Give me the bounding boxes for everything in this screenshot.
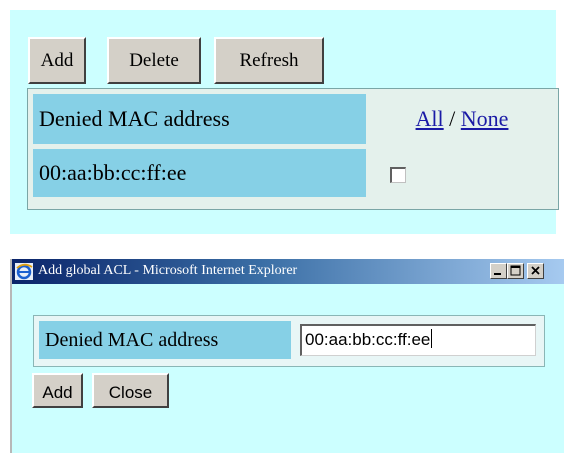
dialog-close-button[interactable]: Close xyxy=(92,373,169,408)
minimize-icon xyxy=(494,273,501,275)
refresh-button[interactable]: Refresh xyxy=(214,37,324,84)
link-separator: / xyxy=(449,106,456,131)
acl-list-panel: Add Delete Refresh Denied MAC address Al… xyxy=(10,10,559,234)
row-select-cell xyxy=(374,149,550,197)
mac-address-input-value: 00:aa:bb:cc:ff:ee xyxy=(305,330,431,349)
maximize-icon xyxy=(510,265,521,276)
select-all-link[interactable]: All xyxy=(416,106,444,131)
ie-icon xyxy=(15,263,33,280)
acl-table: Denied MAC address All / None 00:aa:bb:c… xyxy=(27,88,559,210)
maximize-button[interactable] xyxy=(507,263,524,279)
close-icon xyxy=(531,266,540,275)
dialog-titlebar[interactable]: Add global ACL - Microsoft Internet Expl… xyxy=(12,259,564,284)
mac-field-label: Denied MAC address xyxy=(39,321,291,359)
minimize-button[interactable] xyxy=(490,263,507,279)
text-caret xyxy=(431,329,433,348)
mac-address-cell: 00:aa:bb:cc:ff:ee xyxy=(33,149,366,197)
row-checkbox[interactable] xyxy=(390,167,406,183)
dialog-form-table: Denied MAC address 00:aa:bb:cc:ff:ee xyxy=(33,315,545,367)
close-window-button[interactable] xyxy=(527,263,544,279)
dialog-title: Add global ACL - Microsoft Internet Expl… xyxy=(38,263,298,278)
select-links: All / None xyxy=(374,94,550,144)
column-header-mac: Denied MAC address xyxy=(33,94,366,144)
add-acl-dialog: Add global ACL - Microsoft Internet Expl… xyxy=(10,259,564,453)
add-button[interactable]: Add xyxy=(28,37,86,84)
dialog-add-button[interactable]: Add xyxy=(32,373,83,408)
page: Add Delete Refresh Denied MAC address Al… xyxy=(0,0,564,453)
delete-button[interactable]: Delete xyxy=(107,37,201,84)
mac-address-input[interactable]: 00:aa:bb:cc:ff:ee xyxy=(300,324,536,356)
select-none-link[interactable]: None xyxy=(461,106,509,131)
